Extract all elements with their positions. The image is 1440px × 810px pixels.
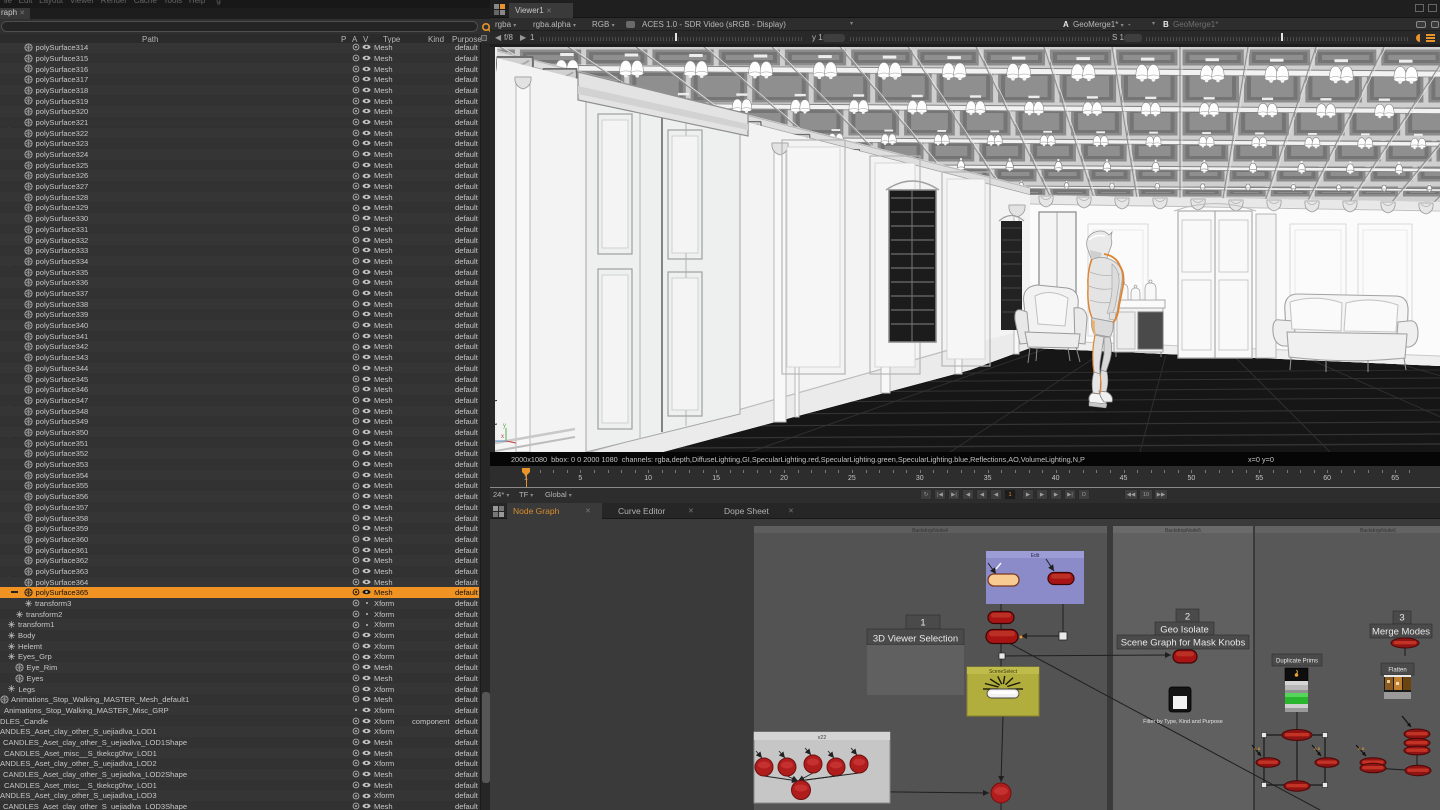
svg-text:Flatten: Flatten	[1388, 668, 1406, 674]
svg-text:A.B: A.B	[1358, 746, 1365, 751]
svg-text:3: 3	[1399, 613, 1404, 624]
svg-text:1: 1	[920, 618, 925, 629]
svg-text:A.B: A.B	[1254, 746, 1261, 751]
svg-text:Edit: Edit	[1031, 553, 1040, 559]
svg-text:Duplicate Prims: Duplicate Prims	[1276, 659, 1318, 665]
svg-text:A.B: A.B	[1314, 746, 1321, 751]
svg-text:y: y	[503, 423, 506, 429]
svg-text:Geo Isolate: Geo Isolate	[1160, 625, 1209, 636]
svg-text:2: 2	[1185, 612, 1190, 623]
svg-text:3D Viewer Selection: 3D Viewer Selection	[873, 634, 958, 645]
svg-text:BackdropNode4: BackdropNode4	[912, 528, 948, 534]
svg-text:x22: x22	[818, 735, 827, 741]
svg-text:SceneSelect: SceneSelect	[989, 669, 1018, 675]
svg-text:x: x	[501, 434, 504, 440]
svg-text:Filter by Type, Kind and Purpo: Filter by Type, Kind and Purpose	[1143, 719, 1223, 725]
svg-text:Scene Graph for Mask Knobs: Scene Graph for Mask Knobs	[1121, 638, 1246, 649]
svg-text:Merge Modes: Merge Modes	[1372, 627, 1430, 638]
svg-text:BackdropNode5: BackdropNode5	[1165, 528, 1201, 534]
svg-text:BackdropNode6: BackdropNode6	[1360, 528, 1396, 534]
